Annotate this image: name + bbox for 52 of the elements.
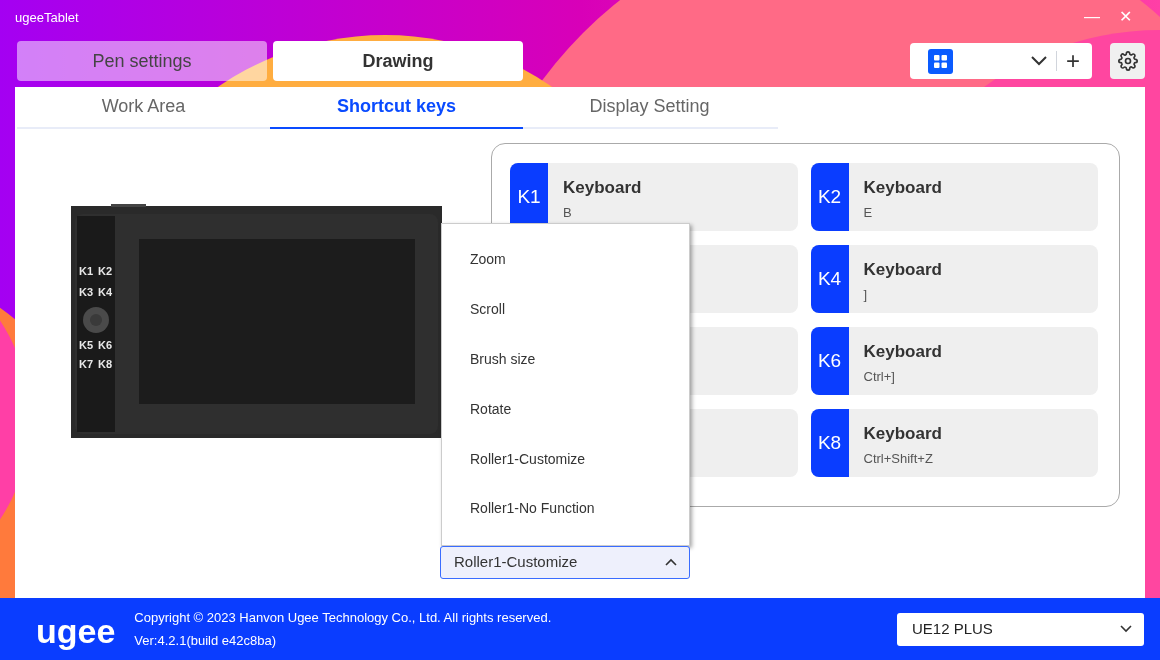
key-label: K4 <box>97 285 113 298</box>
version-text: Ver:4.2.1(build e42c8ba) <box>134 632 277 651</box>
key-value: B <box>563 205 573 219</box>
roller-select[interactable]: Roller1-Customize <box>440 545 690 579</box>
key-card[interactable]: K6 Keyboard Ctrl+] <box>810 326 1098 395</box>
key-card[interactable]: K4 Keyboard ] <box>810 244 1098 313</box>
key-label: K1 <box>78 264 94 277</box>
key-label: K8 <box>97 357 113 370</box>
menu-item[interactable]: Zoom <box>442 234 689 285</box>
key-card[interactable]: K8 Keyboard Ctrl+Shift+Z <box>810 408 1098 477</box>
settings-icon <box>1117 51 1138 72</box>
logo: ugee <box>36 614 116 649</box>
key-function: Keyboard <box>863 424 942 442</box>
key-card[interactable]: K2 Keyboard E <box>810 162 1098 231</box>
chevron-down-icon <box>1120 625 1132 634</box>
chevron-down-icon <box>1031 56 1047 67</box>
key-value: Ctrl+] <box>863 369 896 383</box>
key-value: Ctrl+Shift+Z <box>863 451 934 465</box>
menu-item[interactable]: Scroll <box>442 284 689 335</box>
key-function: Keyboard <box>863 178 942 196</box>
key-label: K5 <box>78 338 94 351</box>
tab[interactable]: Pen settings <box>17 41 267 82</box>
tab[interactable]: Drawing <box>273 41 523 82</box>
key-function: Keyboard <box>863 342 942 360</box>
key-function: Keyboard <box>563 178 642 196</box>
key-value: E <box>863 205 874 219</box>
key-value: ] <box>863 287 869 301</box>
grid-icon <box>928 48 953 74</box>
key-badge: K4 <box>810 244 849 313</box>
menu-item[interactable]: Roller1-Customize <box>442 434 689 485</box>
key-badge: K2 <box>810 162 849 231</box>
tab[interactable]: Shortcut keys <box>270 86 523 129</box>
key-card[interactable]: K1 Keyboard B <box>510 162 798 231</box>
tab[interactable]: Work Area <box>17 86 270 129</box>
settings-button[interactable] <box>1110 43 1145 80</box>
device-select[interactable]: UE12 PLUS <box>897 612 1144 646</box>
menu-item[interactable]: Roller1-No Function <box>442 484 689 534</box>
key-label: K2 <box>97 264 113 277</box>
add-button[interactable]: + <box>1066 49 1080 74</box>
key-function: Keyboard <box>863 260 942 278</box>
key-label: K6 <box>97 338 113 351</box>
tab[interactable]: Display Setting <box>523 86 776 129</box>
menu-item[interactable]: Brush size <box>442 334 689 385</box>
chevron-up-icon <box>665 558 677 567</box>
key-badge: K8 <box>810 408 849 477</box>
app-selector[interactable]: + <box>910 43 1092 80</box>
menu-item[interactable]: Rotate <box>442 384 689 435</box>
key-badge: K6 <box>810 326 849 395</box>
copyright-text: Copyright © 2023 Hanvon Ugee Technology Co., Ltd. All rights reserved. <box>134 608 552 627</box>
key-label: K3 <box>78 285 94 298</box>
window-title: ugeeTablet <box>15 8 79 27</box>
key-label: K7 <box>78 357 94 370</box>
